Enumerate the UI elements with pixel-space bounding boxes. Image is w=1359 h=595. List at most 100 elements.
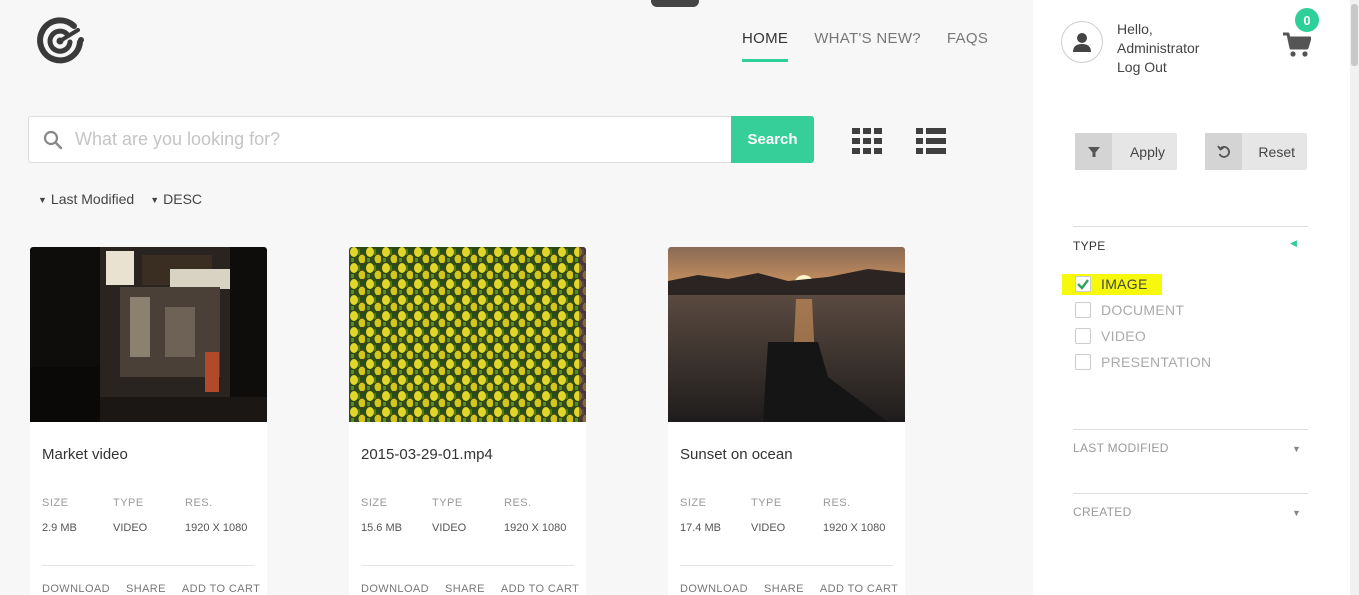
check-icon xyxy=(1077,279,1089,290)
filter-icon xyxy=(1075,133,1112,170)
size-label: SIZE xyxy=(680,497,707,509)
asset-card[interactable]: Market video SIZE 2.9 MB TYPE VIDEO RES. 19… xyxy=(30,247,267,595)
share-link[interactable]: SHARE xyxy=(445,583,485,595)
card-meta: SIZE 17.4 MB TYPE VIDEO RES. 1920 X 1080 xyxy=(680,497,885,534)
scrollbar-thumb[interactable] xyxy=(1351,4,1358,66)
checkbox-video[interactable] xyxy=(1075,328,1091,344)
sort-controls: ▼ Last Modified ▼ DESC xyxy=(38,191,202,207)
cart-icon[interactable] xyxy=(1283,32,1311,58)
res-label: RES. xyxy=(504,497,532,509)
section-divider xyxy=(1073,493,1308,494)
card-divider xyxy=(42,565,255,566)
section-divider xyxy=(1073,429,1308,430)
type-label: TYPE xyxy=(432,497,463,509)
res-label: RES. xyxy=(823,497,851,509)
apply-label: Apply xyxy=(1129,143,1165,160)
type-label: TYPE xyxy=(751,497,782,509)
size-label: SIZE xyxy=(42,497,69,509)
scrollbar[interactable] xyxy=(1350,0,1359,595)
share-link[interactable]: SHARE xyxy=(764,583,804,595)
checkbox-document[interactable] xyxy=(1075,302,1091,318)
search-bar: Search xyxy=(28,116,814,163)
size-value: 17.4 MB xyxy=(680,522,721,534)
search-icon xyxy=(43,130,63,149)
nav-whats-new[interactable]: WHAT'S NEW? xyxy=(814,30,921,62)
size-value: 15.6 MB xyxy=(361,522,402,534)
res-value: 1920 X 1080 xyxy=(823,522,886,534)
search-button[interactable]: Search xyxy=(731,116,814,163)
type-label: TYPE xyxy=(113,497,144,509)
greeting: Hello, xyxy=(1117,21,1153,37)
download-link[interactable]: DOWNLOAD xyxy=(680,583,748,595)
card-actions: DOWNLOAD SHARE ADD TO CART xyxy=(680,583,898,595)
size-value: 2.9 MB xyxy=(42,522,77,534)
res-value: 1920 X 1080 xyxy=(185,522,248,534)
nav-faqs[interactable]: FAQS xyxy=(947,30,988,62)
sort-order-label: DESC xyxy=(163,191,203,207)
res-label: RES. xyxy=(185,497,213,509)
reset-label: Reset xyxy=(1258,143,1295,160)
user-name: Administrator xyxy=(1117,40,1200,56)
logo-icon[interactable] xyxy=(34,16,86,64)
type-value: VIDEO xyxy=(751,522,786,534)
sort-field-dropdown[interactable]: ▼ Last Modified xyxy=(38,191,134,207)
list-view-icon[interactable] xyxy=(916,128,946,154)
option-label: DOCUMENT xyxy=(1101,302,1185,318)
card-actions: DOWNLOAD SHARE ADD TO CART xyxy=(42,583,260,595)
card-meta: SIZE 2.9 MB TYPE VIDEO RES. 1920 X 1080 xyxy=(42,497,247,534)
type-section-title[interactable]: TYPE xyxy=(1073,239,1106,253)
thumbnail-sunset[interactable] xyxy=(668,247,905,422)
reset-icon xyxy=(1205,133,1242,170)
nav-home[interactable]: HOME xyxy=(742,30,789,62)
type-option-presentation[interactable]: PRESENTATION xyxy=(1075,354,1211,370)
section-divider xyxy=(1073,226,1308,227)
asset-card[interactable]: 2015-03-29-01.mp4 SIZE 15.6 MB TYPE VIDEO … xyxy=(349,247,586,595)
thumbnail-tulips[interactable] xyxy=(349,247,586,422)
size-label: SIZE xyxy=(361,497,388,509)
avatar[interactable] xyxy=(1061,21,1103,63)
user-icon xyxy=(1073,33,1091,52)
res-value: 1920 X 1080 xyxy=(504,522,567,534)
add-to-cart-link[interactable]: ADD TO CART xyxy=(501,583,579,595)
card-title[interactable]: 2015-03-29-01.mp4 xyxy=(361,446,493,463)
add-to-cart-link[interactable]: ADD TO CART xyxy=(182,583,260,595)
card-actions: DOWNLOAD SHARE ADD TO CART xyxy=(361,583,579,595)
checkbox-image[interactable] xyxy=(1075,276,1091,292)
caret-down-icon: ▼ xyxy=(38,195,47,205)
logout-link[interactable]: Log Out xyxy=(1117,58,1199,77)
search-input[interactable] xyxy=(75,129,675,150)
main-area: HOME WHAT'S NEW? FAQS Search ▼Last Modif… xyxy=(0,0,1033,595)
type-option-image[interactable]: IMAGE xyxy=(1075,276,1148,292)
share-link[interactable]: SHARE xyxy=(126,583,166,595)
cart-count-badge: 0 xyxy=(1295,8,1319,32)
type-option-document[interactable]: DOCUMENT xyxy=(1075,302,1184,318)
option-label: PRESENTATION xyxy=(1101,354,1212,370)
sort-order-dropdown[interactable]: ▼ DESC xyxy=(150,191,202,207)
main-nav: HOME WHAT'S NEW? FAQS xyxy=(742,30,988,62)
thumbnail-market[interactable] xyxy=(30,247,267,422)
caret-down-icon[interactable]: ▼ xyxy=(1292,508,1301,518)
apply-button[interactable]: Apply xyxy=(1075,133,1177,170)
type-value: VIDEO xyxy=(432,522,467,534)
reset-button[interactable]: Reset xyxy=(1205,133,1307,170)
card-title[interactable]: Sunset on ocean xyxy=(680,446,793,463)
option-label: IMAGE xyxy=(1101,276,1148,292)
download-link[interactable]: DOWNLOAD xyxy=(42,583,110,595)
type-value: VIDEO xyxy=(113,522,148,534)
asset-card[interactable]: Sunset on ocean SIZE 17.4 MB TYPE VIDEO RE… xyxy=(668,247,905,595)
top-pull-tab[interactable] xyxy=(651,0,699,7)
card-title[interactable]: Market video xyxy=(42,446,128,463)
grid-view-icon[interactable] xyxy=(852,128,882,154)
checkbox-presentation[interactable] xyxy=(1075,354,1091,370)
card-divider xyxy=(680,565,893,566)
type-option-video[interactable]: VIDEO xyxy=(1075,328,1146,344)
last-modified-section-title[interactable]: LAST MODIFIED xyxy=(1073,441,1169,455)
caret-down-icon[interactable]: ▼ xyxy=(1292,444,1301,454)
card-meta: SIZE 15.6 MB TYPE VIDEO RES. 1920 X 1080 xyxy=(361,497,566,534)
created-section-title[interactable]: CREATED xyxy=(1073,505,1132,519)
add-to-cart-link[interactable]: ADD TO CART xyxy=(820,583,898,595)
download-link[interactable]: DOWNLOAD xyxy=(361,583,429,595)
user-info: Hello, Administrator Log Out xyxy=(1117,20,1199,77)
option-label: VIDEO xyxy=(1101,328,1147,344)
caret-left-icon[interactable]: ◀ xyxy=(1290,238,1297,249)
